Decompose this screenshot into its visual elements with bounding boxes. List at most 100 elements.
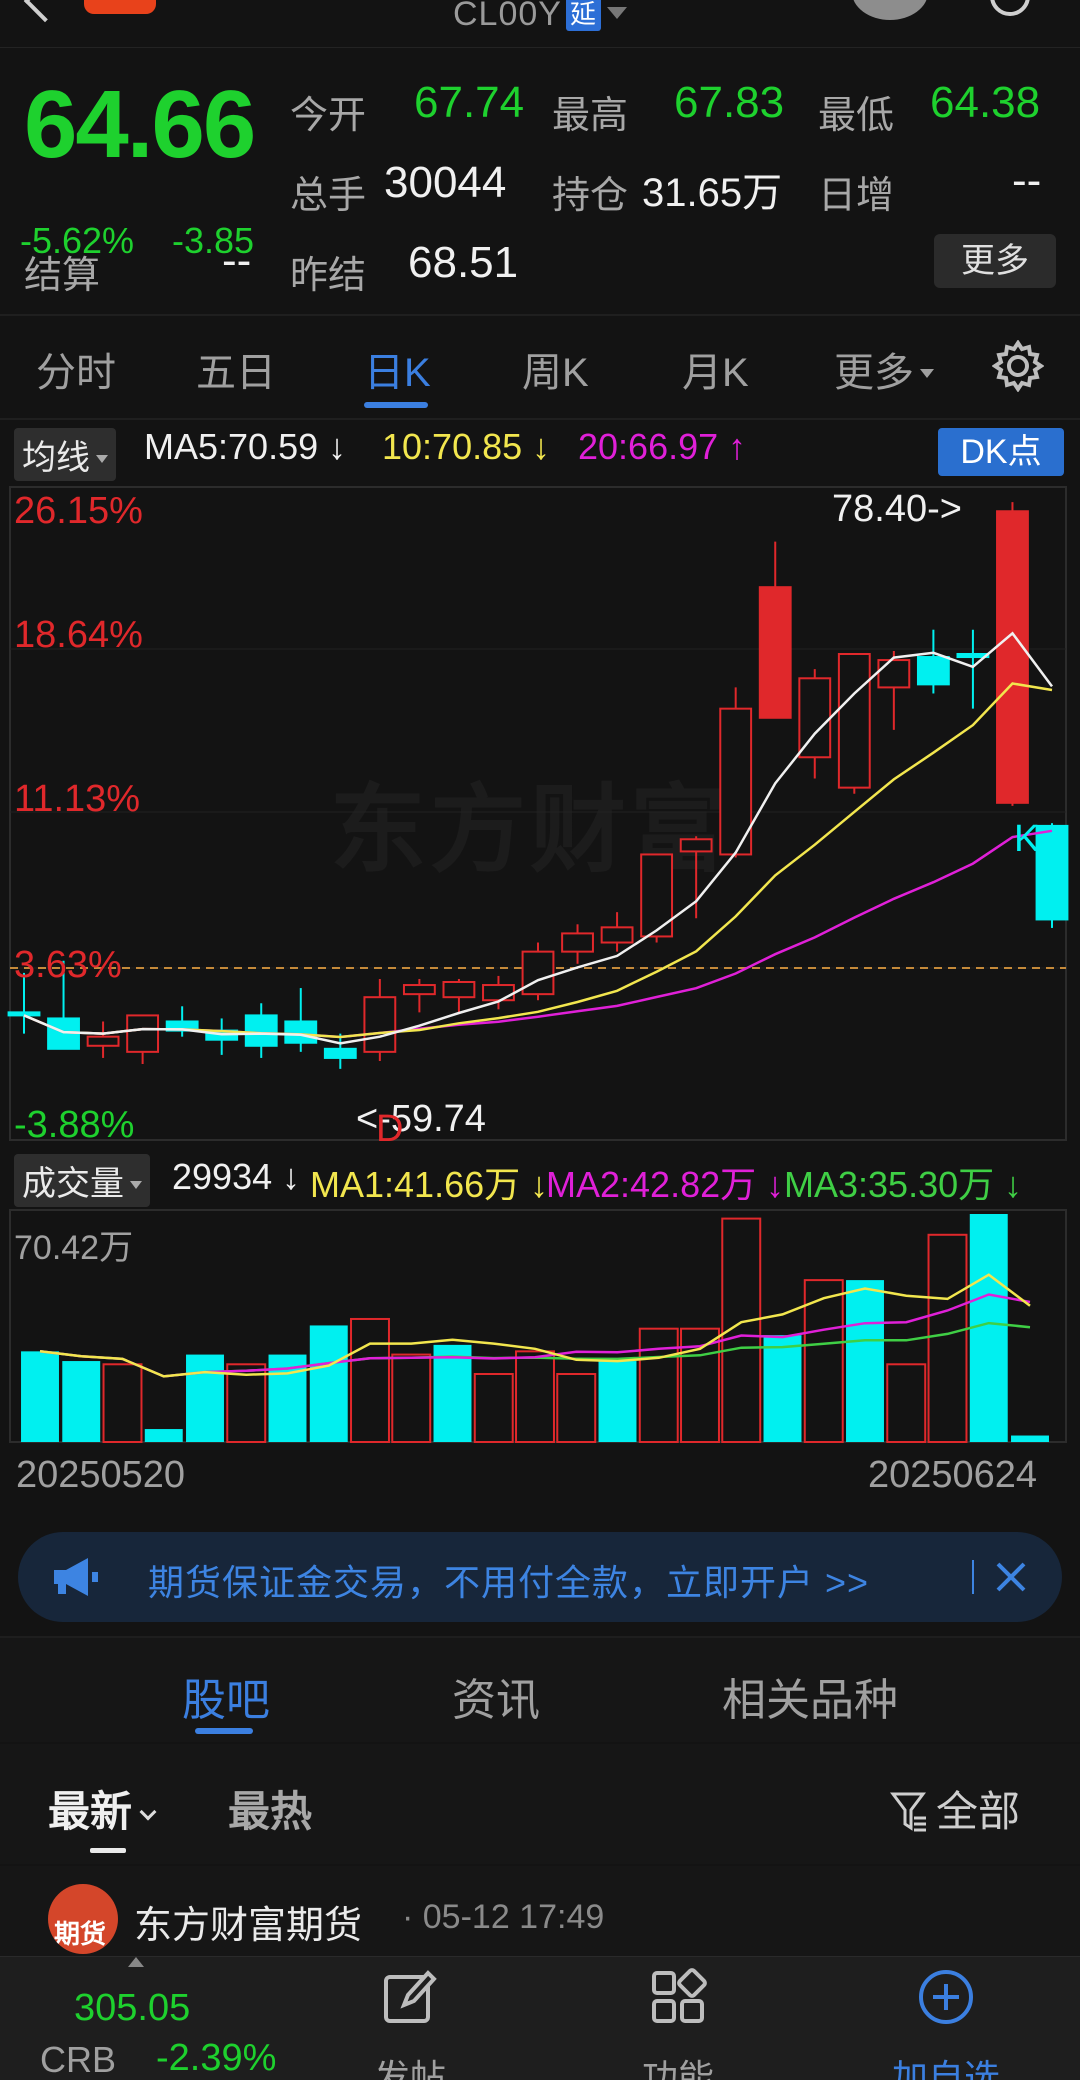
crb-change: -2.39%	[156, 2037, 277, 2079]
pct-tick: 11.13%	[14, 778, 141, 820]
volume-bar	[433, 1344, 472, 1442]
settle-label: 结算	[24, 255, 101, 297]
tab-five-day[interactable]: 五日	[196, 340, 276, 398]
volume-selector-label: 成交量	[22, 1165, 124, 1203]
chevron-up-icon[interactable]	[128, 1957, 144, 1967]
tab-related[interactable]: 相关品种	[722, 1664, 898, 1728]
volume-bar	[186, 1354, 224, 1442]
volume-bar	[391, 1353, 432, 1444]
filter-all[interactable]: 全部	[890, 1778, 1020, 1839]
pct-tick: 3.63%	[14, 944, 122, 986]
ma10-value: 10:70.85 ↓	[382, 426, 551, 467]
candle-body	[877, 659, 911, 689]
chevron-down-icon	[139, 1803, 157, 1821]
nav-functions-label: 功能	[641, 2057, 714, 2080]
volume-ma3: MA3:35.30万 ↓	[784, 1164, 1023, 1205]
ma-selector[interactable]: 均线	[14, 428, 116, 481]
volume-bar	[21, 1351, 59, 1442]
active-filter-indicator	[90, 1848, 126, 1853]
avatar-text: 期货	[54, 1919, 107, 1949]
candle-body	[916, 656, 950, 686]
tab-more[interactable]: 更多	[834, 340, 934, 398]
candle-body	[521, 950, 555, 996]
start-date: 20250520	[16, 1454, 186, 1496]
dk-point-button[interactable]: DK点	[938, 428, 1064, 476]
volume-max-label: 70.42万	[14, 1229, 134, 1267]
active-tab-indicator	[195, 1728, 253, 1734]
post-author[interactable]: 东方财富期货	[134, 1894, 362, 1949]
filter-icon	[890, 1792, 926, 1832]
volume-bar	[969, 1214, 1008, 1442]
end-date: 20250624	[868, 1454, 1038, 1496]
avatar[interactable]: 期货	[48, 1884, 118, 1954]
edit-icon	[384, 1970, 437, 2023]
candle-body	[482, 984, 515, 1002]
candle-body	[442, 981, 476, 999]
period-tabs: 分时 五日 日K 周K 月K 更多	[0, 316, 1080, 416]
filter-latest-label: 最新	[48, 1788, 133, 1835]
candle-body	[600, 926, 634, 944]
open-interest-label: 持仓	[552, 175, 629, 217]
tab-news[interactable]: 资讯	[452, 1664, 540, 1728]
delay-badge: 延	[565, 0, 601, 31]
candle-body	[323, 1047, 357, 1059]
daily-increase-value: --	[1012, 156, 1042, 205]
active-tab-indicator	[364, 402, 428, 408]
tab-more-label: 更多	[834, 351, 914, 395]
volume-frame	[9, 1209, 1067, 1443]
volume-bar	[763, 1335, 802, 1442]
candle-body	[837, 653, 871, 789]
gear-icon[interactable]	[992, 340, 1044, 392]
close-icon[interactable]	[986, 1546, 1036, 1606]
tab-daily-k[interactable]: 日K	[364, 340, 431, 398]
bottom-nav: 305.05 CRB -2.39% 发帖 功能 加自选	[0, 1956, 1080, 2080]
filter-hot[interactable]: 最热	[228, 1778, 312, 1839]
chevron-down-icon	[130, 1181, 142, 1189]
volume-ma2: MA2:42.82万 ↓	[546, 1164, 785, 1205]
high-label: 最高	[552, 95, 629, 137]
nav-post-label: 发帖	[373, 2057, 446, 2080]
candle-body	[86, 1035, 120, 1047]
filter-latest[interactable]: 最新	[48, 1778, 157, 1839]
content-tabs: 股吧 资讯 相关品种	[0, 1638, 1080, 1742]
filter-all-label: 全部	[936, 1788, 1021, 1835]
k-marker: K	[1014, 818, 1040, 860]
tab-minute[interactable]: 分时	[36, 340, 116, 398]
tab-forum[interactable]: 股吧	[182, 1664, 270, 1728]
candle-body	[363, 996, 397, 1053]
open-value: 67.74	[414, 78, 525, 127]
high-value: 67.83	[674, 78, 785, 127]
last-price: 64.66	[24, 71, 256, 178]
symbol-label: CL00Y	[453, 0, 562, 33]
grid-icon	[652, 1968, 707, 2023]
candle-body	[758, 586, 792, 719]
pct-tick: -3.88%	[14, 1104, 135, 1146]
ma20-line	[23, 829, 1053, 1039]
high-marker-label: 78.40->	[832, 488, 962, 530]
volume-bar	[638, 1327, 679, 1444]
megaphone-icon	[54, 1558, 98, 1596]
prev-settle-label: 昨结	[290, 255, 367, 297]
more-button[interactable]: 更多	[934, 234, 1056, 288]
pct-tick: 26.15%	[14, 490, 143, 532]
promo-banner[interactable]: 期货保证金交易，不用付全款，立即开户 >>	[18, 1532, 1062, 1622]
crb-value[interactable]: 305.05	[74, 1987, 190, 2030]
tab-weekly-k[interactable]: 周K	[522, 340, 589, 398]
daily-increase-label: 日增	[818, 175, 895, 217]
price-frame	[9, 486, 1067, 1141]
divider	[0, 418, 1080, 420]
tab-monthly-k[interactable]: 月K	[682, 340, 749, 398]
candle-body	[1035, 824, 1069, 921]
open-interest-value: 31.65万	[642, 171, 783, 215]
volume-bar	[598, 1361, 637, 1442]
volume-selector[interactable]: 成交量	[14, 1154, 150, 1207]
volume-bar	[309, 1325, 348, 1442]
list-item[interactable]: 期货 东方财富期货 · 05-12 17:49	[0, 1866, 1080, 1956]
volume-bar	[144, 1429, 183, 1442]
volume-bar	[886, 1363, 927, 1443]
post-time: · 05-12 17:49	[402, 1898, 605, 1936]
kline-chart[interactable]	[0, 480, 1080, 1460]
low-value: 64.38	[930, 78, 1041, 127]
ma20-value: 20:66.97 ↑	[578, 426, 747, 467]
prev-settle-value: 68.51	[408, 238, 519, 287]
